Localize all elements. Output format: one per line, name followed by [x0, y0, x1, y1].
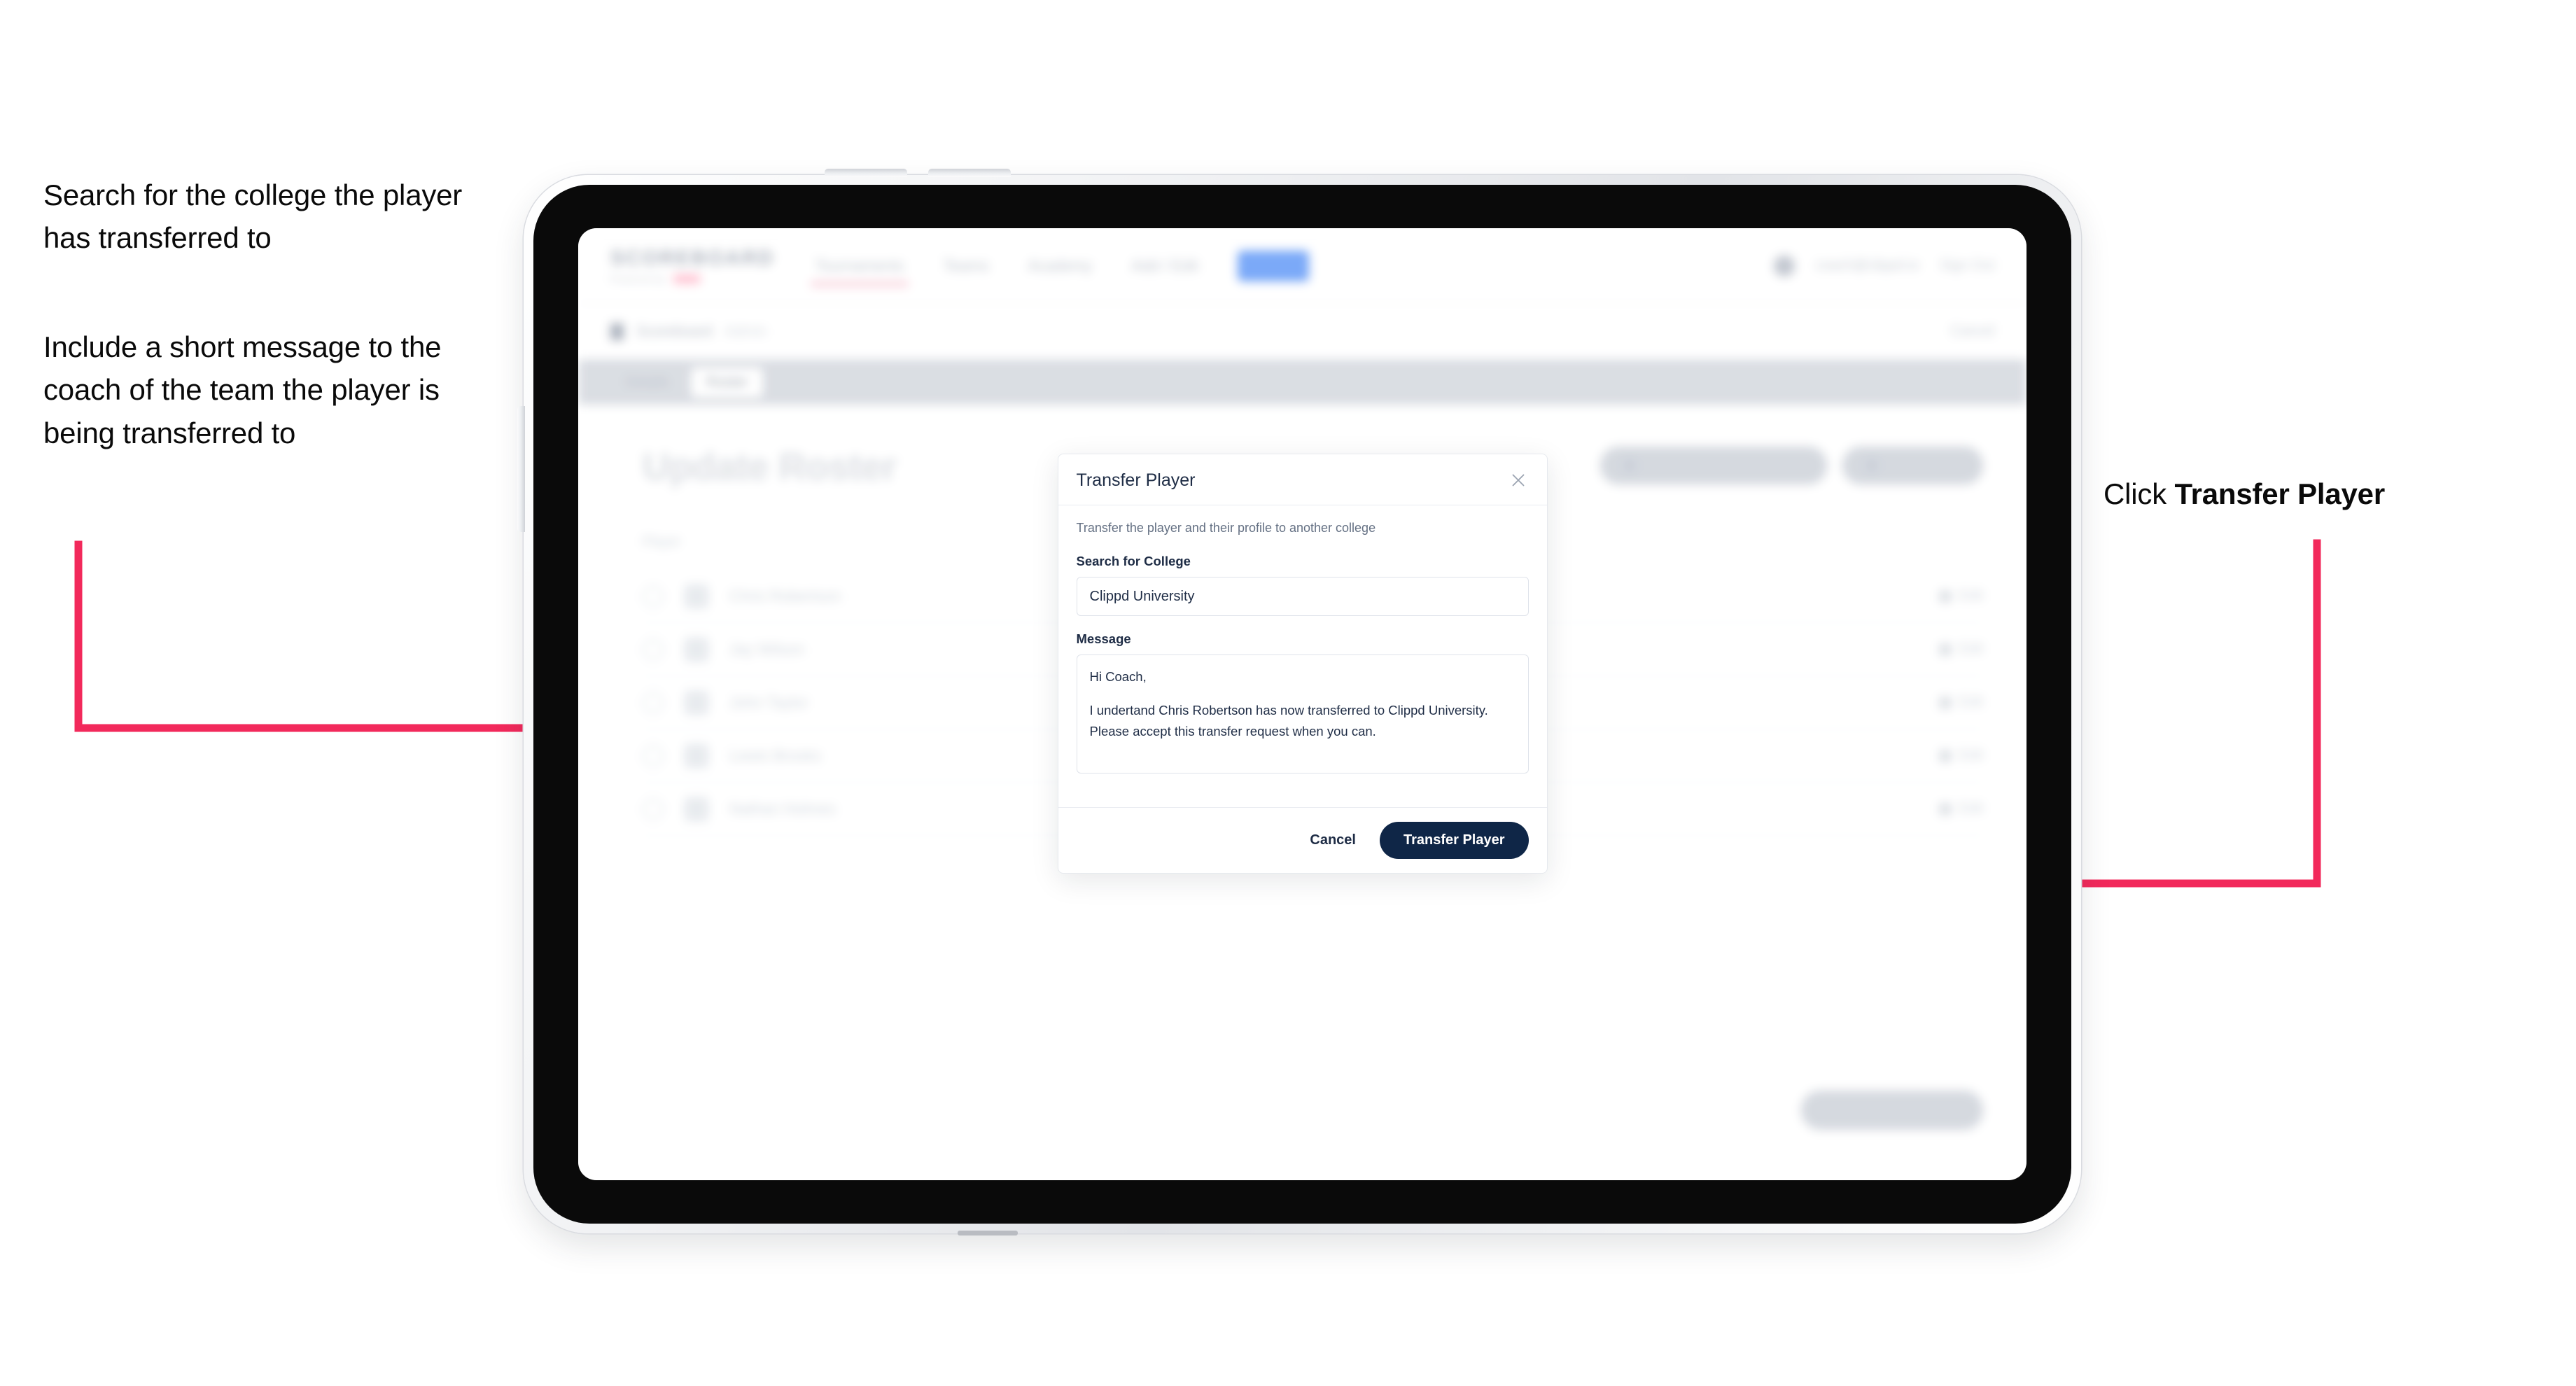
message-blank-line — [1090, 687, 1516, 700]
transfer-player-modal: Transfer Player Transfer the player and … — [1057, 454, 1548, 874]
modal-header: Transfer Player — [1058, 454, 1547, 505]
message-field-label: Message — [1076, 631, 1131, 646]
annotation-include-message: Include a short message to the coach of … — [43, 330, 442, 449]
transfer-player-button[interactable]: Transfer Player — [1379, 822, 1529, 859]
device-screen: SCOREBOARD Powered by Tournaments Teams … — [578, 228, 2026, 1180]
modal-body: Transfer the player and their profile to… — [1058, 505, 1547, 807]
cancel-button[interactable]: Cancel — [1306, 825, 1360, 855]
annotation-click-transfer-player: Click Transfer Player — [2104, 472, 2552, 515]
close-icon[interactable] — [1508, 470, 1529, 491]
message-field-group: Message Hi Coach, I undertand Chris Robe… — [1076, 631, 1529, 774]
search-college-input[interactable] — [1076, 577, 1529, 616]
power-button[interactable] — [517, 406, 525, 532]
message-textarea[interactable]: Hi Coach, I undertand Chris Robertson ha… — [1076, 654, 1529, 774]
annotation-search-college: Search for the college the player has tr… — [43, 178, 463, 255]
college-field-group: Search for College — [1076, 554, 1529, 616]
annotation-click-prefix: Click — [2104, 477, 2175, 510]
modal-subtitle: Transfer the player and their profile to… — [1076, 521, 1376, 535]
volume-down-button[interactable] — [928, 169, 1011, 177]
modal-title: Transfer Player — [1076, 470, 1196, 490]
volume-up-button[interactable] — [825, 169, 907, 177]
message-line-3: Please accept this transfer request when… — [1089, 723, 1376, 738]
modal-footer: Cancel Transfer Player — [1058, 807, 1547, 873]
tablet-device: SCOREBOARD Powered by Tournaments Teams … — [517, 169, 2081, 1236]
charging-port — [958, 1231, 1018, 1236]
college-field-label: Search for College — [1076, 554, 1191, 568]
annotation-click-bold: Transfer Player — [2174, 477, 2385, 510]
message-line-2: I undertand Chris Robertson has now tran… — [1089, 702, 1488, 718]
message-line-1: Hi Coach, — [1089, 669, 1147, 684]
